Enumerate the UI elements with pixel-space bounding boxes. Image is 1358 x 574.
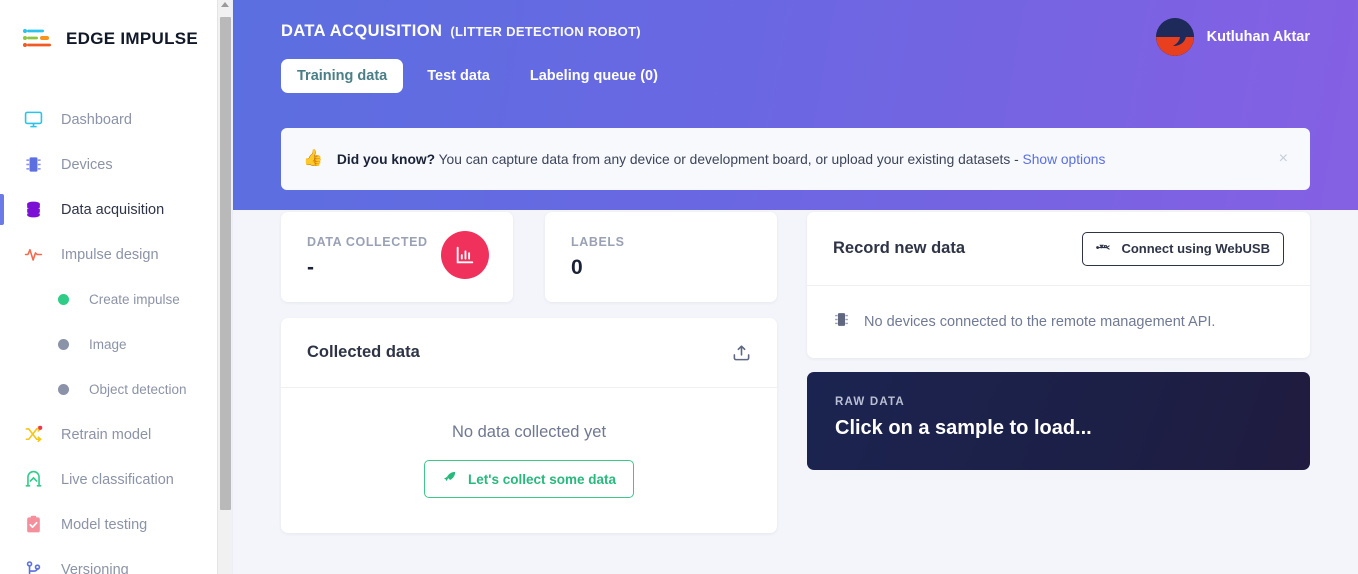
bar-chart-icon	[441, 231, 489, 279]
sidebar-item-impulse-design[interactable]: Impulse design	[0, 232, 232, 277]
sidebar-item-image[interactable]: Image	[0, 322, 232, 367]
app-root: EDGE IMPULSE Dashboard	[0, 0, 1358, 574]
sidebar-item-label: Versioning	[61, 562, 129, 574]
record-status-text: No devices connected to the remote manag…	[864, 314, 1215, 330]
record-new-data-title: Record new data	[833, 239, 965, 258]
dot-green-icon	[58, 294, 69, 305]
sidebar-item-label: Create impulse	[89, 292, 180, 307]
avatar	[1156, 18, 1194, 56]
pulse-icon	[22, 244, 44, 266]
tab-training-data[interactable]: Training data	[281, 59, 403, 93]
content-area: DATA COLLECTED - LABELS 0	[233, 210, 1358, 574]
sidebar-item-label: Live classification	[61, 472, 174, 488]
raw-data-card[interactable]: RAW DATA Click on a sample to load...	[807, 372, 1310, 470]
dot-grey-icon	[58, 384, 69, 395]
sidebar-scrollbar[interactable]	[217, 0, 232, 574]
thumbs-up-icon: 👍	[303, 151, 323, 167]
collected-data-title: Collected data	[307, 343, 420, 362]
sidebar-item-devices[interactable]: Devices	[0, 142, 232, 187]
sidebar-item-label: Image	[89, 337, 127, 352]
sidebar-item-retrain-model[interactable]: Retrain model	[0, 412, 232, 457]
collect-data-label: Let's collect some data	[468, 472, 616, 487]
clipboard-check-icon	[22, 514, 44, 536]
chip-icon	[22, 154, 44, 176]
connect-webusb-label: Connect using WebUSB	[1121, 241, 1270, 256]
rocket-icon	[442, 470, 457, 488]
stat-label: LABELS	[571, 235, 753, 249]
page-title-text: DATA ACQUISITION	[281, 22, 442, 41]
main-area: DATA ACQUISITION (LITTER DETECTION ROBOT…	[233, 0, 1358, 574]
collected-data-card: Collected data No data collected yet	[281, 318, 777, 533]
dot-grey-icon	[58, 339, 69, 350]
page-project-name: (LITTER DETECTION ROBOT)	[450, 24, 641, 39]
show-options-link[interactable]: Show options	[1023, 152, 1106, 167]
record-new-data-header: Record new data Conne	[807, 212, 1310, 286]
sidebar-item-versioning[interactable]: Versioning	[0, 547, 232, 574]
collect-data-button[interactable]: Let's collect some data	[424, 460, 634, 498]
usb-icon	[1096, 240, 1111, 258]
record-new-data-status: No devices connected to the remote manag…	[807, 286, 1310, 358]
collected-data-empty-state: No data collected yet Let's collect some…	[281, 388, 777, 533]
tab-labeling-queue[interactable]: Labeling queue (0)	[514, 59, 674, 93]
sidebar-item-label: Devices	[61, 157, 113, 173]
scroll-up-arrow-icon[interactable]	[221, 2, 229, 7]
sidebar: EDGE IMPULSE Dashboard	[0, 0, 233, 574]
sidebar-item-data-acquisition[interactable]: Data acquisition	[0, 187, 232, 232]
sidebar-item-live-classification[interactable]: Live classification	[0, 457, 232, 502]
user-menu[interactable]: Kutluhan Aktar	[1156, 18, 1310, 56]
sidebar-item-model-testing[interactable]: Model testing	[0, 502, 232, 547]
tab-bar: Training data Test data Labeling queue (…	[281, 59, 1310, 93]
upload-icon[interactable]	[732, 343, 751, 362]
user-name: Kutluhan Aktar	[1207, 29, 1310, 45]
chip-icon	[833, 311, 850, 333]
empty-message: No data collected yet	[452, 423, 606, 442]
brand-logo[interactable]: EDGE IMPULSE	[0, 0, 232, 51]
left-column: DATA COLLECTED - LABELS 0	[281, 212, 777, 574]
close-icon[interactable]: ×	[1279, 151, 1288, 167]
shuffle-icon	[22, 424, 44, 446]
sidebar-item-object-detection[interactable]: Object detection	[0, 367, 232, 412]
raw-data-label: RAW DATA	[835, 396, 1282, 408]
info-banner: 👍 Did you know? You can capture data fro…	[281, 128, 1310, 190]
brand-name: EDGE IMPULSE	[66, 29, 198, 49]
stat-value: 0	[571, 256, 753, 280]
monitor-icon	[22, 109, 44, 131]
antenna-icon	[22, 469, 44, 491]
right-column: Record new data Conne	[807, 212, 1310, 574]
sidebar-item-dashboard[interactable]: Dashboard	[0, 97, 232, 142]
banner-body: You can capture data from any device or …	[435, 152, 1023, 167]
sidebar-item-label: Retrain model	[61, 427, 151, 443]
collected-data-header: Collected data	[281, 318, 777, 388]
sidebar-item-label: Model testing	[61, 517, 147, 533]
record-new-data-card: Record new data Conne	[807, 212, 1310, 358]
tab-test-data[interactable]: Test data	[411, 59, 506, 93]
sidebar-item-label: Dashboard	[61, 112, 132, 128]
sidebar-nav: Dashboard Devices	[0, 97, 232, 574]
sidebar-item-label: Object detection	[89, 382, 187, 397]
versioning-icon	[22, 559, 44, 574]
sidebar-item-label: Impulse design	[61, 247, 159, 263]
stat-card-data-collected: DATA COLLECTED -	[281, 212, 513, 302]
sidebar-item-label: Data acquisition	[61, 202, 164, 218]
sidebar-item-create-impulse[interactable]: Create impulse	[0, 277, 232, 322]
page-header: DATA ACQUISITION (LITTER DETECTION ROBOT…	[233, 0, 1358, 210]
stats-row: DATA COLLECTED - LABELS 0	[281, 212, 777, 302]
scrollbar-thumb[interactable]	[220, 17, 231, 510]
banner-text: Did you know? You can capture data from …	[337, 152, 1105, 167]
edge-impulse-logo-icon	[22, 27, 56, 51]
connect-webusb-button-wrap: Connect using WebUSB	[1082, 232, 1284, 266]
banner-strong: Did you know?	[337, 152, 435, 167]
database-icon	[22, 199, 44, 221]
raw-data-title: Click on a sample to load...	[835, 417, 1282, 440]
stat-card-labels: LABELS 0	[545, 212, 777, 302]
connect-webusb-button[interactable]: Connect using WebUSB	[1082, 232, 1284, 266]
